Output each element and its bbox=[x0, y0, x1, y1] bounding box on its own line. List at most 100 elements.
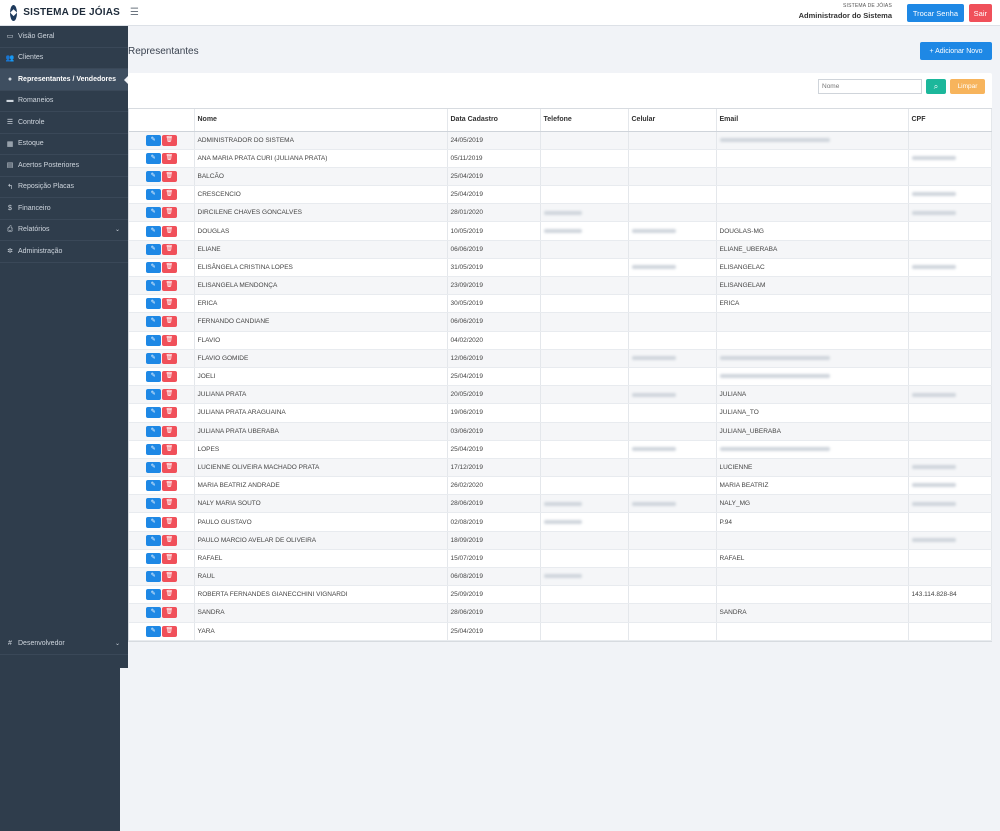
edit-pencil-icon[interactable]: ✎ bbox=[145, 407, 161, 419]
edit-pencil-icon[interactable]: ✎ bbox=[145, 298, 161, 310]
sidebar-item-9[interactable]: ⎙ Relatórios ⌄ bbox=[0, 220, 128, 241]
delete-trash-icon[interactable]: 🗑 bbox=[161, 461, 177, 473]
cell-tel bbox=[540, 549, 629, 569]
edit-pencil-icon[interactable]: ✎ bbox=[145, 589, 161, 601]
delete-trash-icon[interactable]: 🗑 bbox=[161, 170, 177, 182]
col-nome[interactable]: Nome bbox=[194, 109, 448, 132]
edit-pencil-icon[interactable]: ✎ bbox=[145, 189, 161, 201]
delete-trash-icon[interactable]: 🗑 bbox=[161, 480, 177, 492]
delete-trash-icon[interactable]: 🗑 bbox=[161, 571, 177, 583]
delete-trash-icon[interactable]: 🗑 bbox=[161, 334, 177, 346]
sidebar-item-developer[interactable]: # Desenvolvedor ⌄ bbox=[0, 633, 128, 655]
sidebar-item-8[interactable]: $ Financeiro bbox=[0, 198, 128, 220]
cell-nome: CRESCENCIO bbox=[194, 185, 448, 205]
row-actions: ✎ 🗑 bbox=[129, 149, 195, 168]
col-cpf[interactable]: CPF bbox=[908, 109, 992, 132]
edit-pencil-icon[interactable]: ✎ bbox=[145, 334, 161, 346]
cell-data: 20/05/2019 bbox=[447, 385, 541, 405]
edit-pencil-icon[interactable]: ✎ bbox=[145, 571, 161, 583]
edit-pencil-icon[interactable]: ✎ bbox=[145, 352, 161, 364]
brand[interactable]: ◆ SISTEMA DE JÓIAS bbox=[0, 0, 120, 26]
sidebar-item-3[interactable]: ▬ Romaneios bbox=[0, 91, 128, 112]
cell-nome: JOELI bbox=[194, 367, 448, 387]
edit-pencil-icon[interactable]: ✎ bbox=[145, 389, 161, 401]
row-actions: ✎ 🗑 bbox=[129, 185, 195, 205]
edit-pencil-icon[interactable]: ✎ bbox=[145, 625, 161, 637]
table-row: ✎ 🗑 PAULO MARCIO AVELAR DE OLIVEIRA 18/09/2… bbox=[129, 531, 992, 550]
delete-trash-icon[interactable]: 🗑 bbox=[161, 298, 177, 310]
delete-trash-icon[interactable]: 🗑 bbox=[161, 498, 177, 510]
sidebar-item-6[interactable]: ▤ Acertos Posteriores bbox=[0, 155, 128, 177]
cell-nome: JULIANA PRATA ARAGUAINA bbox=[194, 403, 448, 423]
search-button[interactable]: ⌕ bbox=[926, 79, 946, 94]
change-password-button[interactable]: Trocar Senha bbox=[906, 4, 964, 22]
edit-pencil-icon[interactable]: ✎ bbox=[145, 425, 161, 437]
redacted-value bbox=[911, 501, 956, 506]
delete-trash-icon[interactable]: 🗑 bbox=[161, 407, 177, 419]
edit-pencil-icon[interactable]: ✎ bbox=[145, 461, 161, 473]
col-email[interactable]: Email bbox=[716, 109, 909, 132]
sidebar-item-5[interactable]: ▦ Estoque bbox=[0, 134, 128, 155]
sidebar-item-4[interactable]: ☰ Controle bbox=[0, 112, 128, 134]
edit-pencil-icon[interactable]: ✎ bbox=[145, 516, 161, 528]
add-new-button[interactable]: + Adicionar Novo bbox=[920, 42, 992, 60]
delete-trash-icon[interactable]: 🗑 bbox=[161, 425, 177, 437]
edit-pencil-icon[interactable]: ✎ bbox=[145, 261, 161, 273]
sidebar-item-label: Romaneios bbox=[18, 97, 54, 105]
col-celular[interactable]: Celular bbox=[628, 109, 717, 132]
cell-cel bbox=[628, 258, 717, 278]
sidebar-item-1[interactable]: 👥 Clientes bbox=[0, 48, 128, 69]
col-telefone[interactable]: Telefone bbox=[540, 109, 629, 132]
delete-trash-icon[interactable]: 🗑 bbox=[161, 189, 177, 201]
menu-toggle-icon[interactable]: ☰ bbox=[130, 7, 139, 18]
delete-trash-icon[interactable]: 🗑 bbox=[161, 625, 177, 637]
edit-pencil-icon[interactable]: ✎ bbox=[145, 170, 161, 182]
delete-trash-icon[interactable]: 🗑 bbox=[161, 243, 177, 255]
delete-trash-icon[interactable]: 🗑 bbox=[161, 152, 177, 164]
cell-email: RAFAEL bbox=[716, 549, 909, 569]
delete-trash-icon[interactable]: 🗑 bbox=[161, 534, 177, 546]
delete-trash-icon[interactable]: 🗑 bbox=[161, 207, 177, 219]
edit-pencil-icon[interactable]: ✎ bbox=[145, 443, 161, 455]
edit-pencil-icon[interactable]: ✎ bbox=[145, 371, 161, 383]
delete-trash-icon[interactable]: 🗑 bbox=[161, 607, 177, 619]
row-actions: ✎ 🗑 bbox=[129, 221, 195, 241]
delete-trash-icon[interactable]: 🗑 bbox=[161, 280, 177, 292]
delete-trash-icon[interactable]: 🗑 bbox=[161, 134, 177, 146]
edit-pencil-icon[interactable]: ✎ bbox=[145, 280, 161, 292]
delete-trash-icon[interactable]: 🗑 bbox=[161, 225, 177, 237]
sidebar-item-7[interactable]: ↰ Reposição Placas bbox=[0, 177, 128, 198]
delete-trash-icon[interactable]: 🗑 bbox=[161, 389, 177, 401]
edit-pencil-icon[interactable]: ✎ bbox=[145, 480, 161, 492]
edit-pencil-icon[interactable]: ✎ bbox=[145, 152, 161, 164]
name-search-input[interactable] bbox=[818, 79, 922, 94]
delete-trash-icon[interactable]: 🗑 bbox=[161, 352, 177, 364]
delete-trash-icon[interactable]: 🗑 bbox=[161, 589, 177, 601]
edit-pencil-icon[interactable]: ✎ bbox=[145, 316, 161, 328]
sidebar-item-10[interactable]: ✲ Administração bbox=[0, 241, 128, 263]
delete-trash-icon[interactable]: 🗑 bbox=[161, 516, 177, 528]
edit-pencil-icon[interactable]: ✎ bbox=[145, 607, 161, 619]
sidebar-item-2[interactable]: ● Representantes / Vendedores bbox=[0, 69, 128, 91]
cell-nome: YARA bbox=[194, 622, 448, 641]
cell-email bbox=[716, 185, 909, 205]
exit-button[interactable]: Sair bbox=[968, 4, 992, 22]
edit-pencil-icon[interactable]: ✎ bbox=[145, 534, 161, 546]
delete-trash-icon[interactable]: 🗑 bbox=[161, 371, 177, 383]
table-row: ✎ 🗑 ADMINISTRADOR DO SISTEMA 24/05/2019 bbox=[129, 131, 992, 150]
table-row: ✎ 🗑 ERICA 30/05/2019 ERICA bbox=[129, 294, 992, 314]
col-data-cadastro[interactable]: Data Cadastro bbox=[447, 109, 541, 132]
delete-trash-icon[interactable]: 🗑 bbox=[161, 443, 177, 455]
delete-trash-icon[interactable]: 🗑 bbox=[161, 552, 177, 564]
delete-trash-icon[interactable]: 🗑 bbox=[161, 316, 177, 328]
clear-button[interactable]: Limpar bbox=[950, 79, 985, 94]
sidebar-item-0[interactable]: ▭ Visão Geral bbox=[0, 26, 128, 48]
cell-data: 10/05/2019 bbox=[447, 221, 541, 241]
edit-pencil-icon[interactable]: ✎ bbox=[145, 552, 161, 564]
edit-pencil-icon[interactable]: ✎ bbox=[145, 243, 161, 255]
edit-pencil-icon[interactable]: ✎ bbox=[145, 207, 161, 219]
edit-pencil-icon[interactable]: ✎ bbox=[145, 225, 161, 237]
edit-pencil-icon[interactable]: ✎ bbox=[145, 498, 161, 510]
delete-trash-icon[interactable]: 🗑 bbox=[161, 261, 177, 273]
edit-pencil-icon[interactable]: ✎ bbox=[145, 134, 161, 146]
